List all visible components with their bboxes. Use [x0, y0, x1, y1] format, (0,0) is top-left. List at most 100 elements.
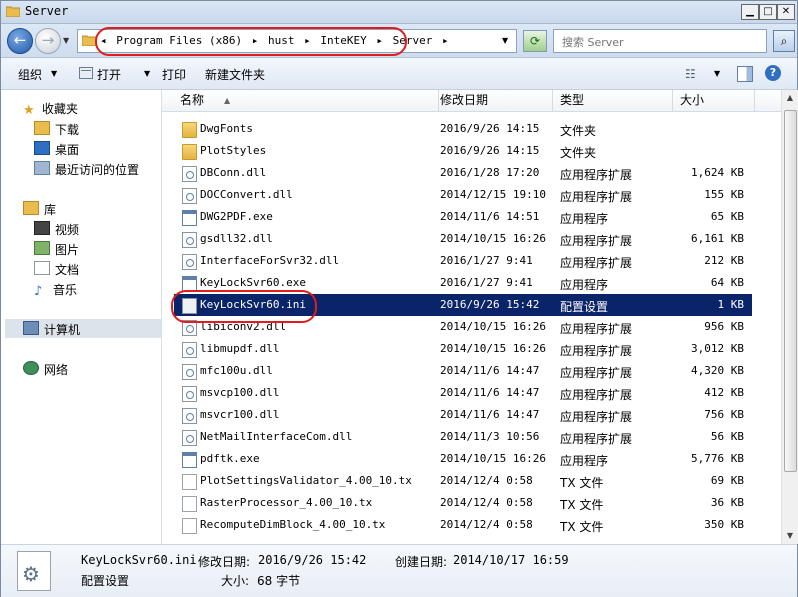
file-type: 应用程序扩展: [560, 410, 633, 424]
scroll-up-icon[interactable]: ▲: [782, 90, 798, 106]
address-dropdown-icon[interactable]: ▼: [502, 36, 508, 45]
file-name: DBConn.dll: [200, 166, 267, 179]
file-row[interactable]: InterfaceForSvr32.dll 2016/1/27 9:41 应用程序扩…: [174, 250, 752, 272]
recent-pages-dropdown[interactable]: ▼: [63, 36, 69, 45]
file-date: 2014/11/6 14:47: [440, 364, 540, 377]
file-name: mfc100u.dll: [200, 364, 273, 377]
close-button[interactable]: ✕: [777, 4, 795, 20]
open-button[interactable]: 打开: [97, 66, 121, 83]
file-size: 36 KB: [710, 496, 744, 509]
nav-libraries[interactable]: 库: [23, 201, 56, 218]
column-header-type[interactable]: 类型: [554, 90, 673, 111]
file-name: DOCConvert.dll: [200, 188, 293, 201]
column-header: 名称 ▲ 修改日期 类型 大小: [162, 90, 781, 112]
file-row[interactable]: NetMailInterfaceCom.dll 2014/11/3 10:56 应用…: [174, 426, 752, 448]
breadcrumb-separator[interactable]: ▸: [442, 34, 449, 47]
file-row[interactable]: msvcp100.dll 2014/11/6 14:47 应用程序扩展 412 KB: [174, 382, 752, 404]
nav-computer[interactable]: 计算机: [23, 321, 80, 338]
details-size-value: 68 字节: [257, 574, 301, 588]
file-size: 56 KB: [710, 430, 744, 443]
nav-pictures[interactable]: 图片: [34, 241, 79, 258]
nav-documents[interactable]: 文档: [34, 261, 79, 278]
file-name: NetMailInterfaceCom.dll: [200, 430, 353, 443]
file-row[interactable]: PlotStyles 2016/9/26 14:15 文件夹: [174, 140, 752, 162]
explorer-window: Server ▁ □ ✕ ← → ▼ ◂ Program Files (x86)…: [0, 0, 798, 597]
sort-up-icon: ▲: [224, 96, 231, 105]
star-icon: ★: [23, 103, 35, 118]
search-box[interactable]: [553, 29, 767, 53]
maximize-button[interactable]: □: [759, 4, 777, 20]
nav-label: 计算机: [44, 323, 81, 337]
file-type: TX 文件: [560, 520, 604, 534]
file-row[interactable]: PlotSettingsValidator_4.00_10.tx 2014/12/…: [174, 470, 752, 492]
vertical-scrollbar[interactable]: ▲ ▼: [781, 90, 798, 544]
file-row[interactable]: mfc100u.dll 2014/11/6 14:47 应用程序扩展 4,320 KB: [174, 360, 752, 382]
column-header-size[interactable]: 大小: [674, 90, 755, 111]
file-row[interactable]: DBConn.dll 2016/1/28 17:20 应用程序扩展 1,624 KB: [174, 162, 752, 184]
file-row[interactable]: gsdll32.dll 2014/10/15 16:26 应用程序扩展 6,161 K…: [174, 228, 752, 250]
file-type: 文件夹: [560, 146, 597, 160]
chevron-down-icon[interactable]: ▼: [144, 69, 150, 78]
file-row[interactable]: libmupdf.dll 2014/10/15 16:26 应用程序扩展 3,012 …: [174, 338, 752, 360]
views-icon[interactable]: ☷: [685, 67, 696, 81]
file-row[interactable]: RasterProcessor_4.00_10.tx 2014/12/4 0:58…: [174, 492, 752, 514]
chevron-down-icon[interactable]: ▼: [51, 69, 57, 78]
dll-icon: [182, 254, 197, 270]
minimize-button[interactable]: ▁: [741, 4, 759, 20]
file-type: 应用程序: [560, 212, 609, 226]
nav-network[interactable]: 网络: [23, 361, 68, 378]
file-size: 6,161 KB: [691, 232, 744, 245]
file-name: PlotStyles: [200, 144, 267, 157]
file-date: 2014/10/15 16:26: [440, 452, 546, 465]
dll-icon: [182, 408, 197, 424]
details-size-label: 大小:: [221, 574, 250, 588]
search-input[interactable]: [560, 33, 760, 51]
file-size: 64 KB: [710, 276, 744, 289]
file-row[interactable]: msvcr100.dll 2014/11/6 14:47 应用程序扩展 756 KB: [174, 404, 752, 426]
file-row[interactable]: DwgFonts 2016/9/26 14:15 文件夹: [174, 118, 752, 140]
help-icon[interactable]: ?: [765, 65, 781, 81]
nav-videos[interactable]: 视频: [34, 221, 79, 238]
organize-button[interactable]: 组织: [18, 66, 42, 83]
nav-label: 音乐: [53, 283, 78, 297]
print-button[interactable]: 打印: [162, 66, 186, 83]
nav-label: 收藏夹: [42, 102, 79, 116]
column-header-date[interactable]: 修改日期: [434, 90, 553, 111]
nav-music[interactable]: ♪ 音乐: [34, 281, 78, 299]
scrollbar-thumb[interactable]: [784, 110, 797, 472]
file-row[interactable]: DWG2PDF.exe 2014/11/6 14:51 应用程序 65 KB: [174, 206, 752, 228]
dll-icon: [182, 188, 197, 204]
nav-favorites[interactable]: ★ 收藏夹: [23, 100, 79, 118]
file-size: 350 KB: [704, 518, 744, 531]
refresh-button[interactable]: ⟳: [523, 30, 547, 52]
scroll-down-icon[interactable]: ▼: [782, 528, 798, 544]
forward-button[interactable]: →: [35, 28, 61, 54]
file-row[interactable]: RecomputeDimBlock_4.00_10.tx 2014/12/4 0:…: [174, 514, 752, 536]
nav-recent[interactable]: 最近访问的位置: [34, 161, 139, 178]
folder-icon: [182, 122, 197, 138]
tx-icon: [182, 474, 197, 490]
file-date: 2014/12/4 0:58: [440, 496, 533, 509]
details-modified-value: 2016/9/26 15:42: [258, 553, 367, 567]
file-row[interactable]: DOCConvert.dll 2014/12/15 19:10 应用程序扩展 155 …: [174, 184, 752, 206]
chevron-down-icon[interactable]: ▼: [714, 69, 720, 78]
downloads-icon: [34, 121, 50, 135]
dll-icon: [182, 386, 197, 402]
dll-icon: [182, 342, 197, 358]
nav-desktop[interactable]: 桌面: [34, 141, 79, 158]
details-created-label: 创建日期:: [395, 555, 448, 569]
file-name: InterfaceForSvr32.dll: [200, 254, 340, 267]
file-row[interactable]: pdftk.exe 2014/10/15 16:26 应用程序 5,776 KB: [174, 448, 752, 470]
file-type: 应用程序: [560, 454, 609, 468]
preview-pane-icon[interactable]: [737, 66, 753, 82]
column-header-name[interactable]: 名称 ▲: [174, 90, 439, 111]
file-type: 应用程序扩展: [560, 168, 633, 182]
command-bar: 组织 ▼ 打开 ▼ 打印 新建文件夹 ☷ ▼ ?: [1, 58, 797, 90]
file-name: RasterProcessor_4.00_10.tx: [200, 496, 373, 509]
new-folder-button[interactable]: 新建文件夹: [205, 66, 265, 83]
search-icon[interactable]: ⌕: [773, 30, 795, 52]
file-type: 应用程序扩展: [560, 344, 633, 358]
file-type: 应用程序扩展: [560, 322, 633, 336]
back-button[interactable]: ←: [7, 28, 33, 54]
nav-downloads[interactable]: 下载: [34, 121, 79, 138]
